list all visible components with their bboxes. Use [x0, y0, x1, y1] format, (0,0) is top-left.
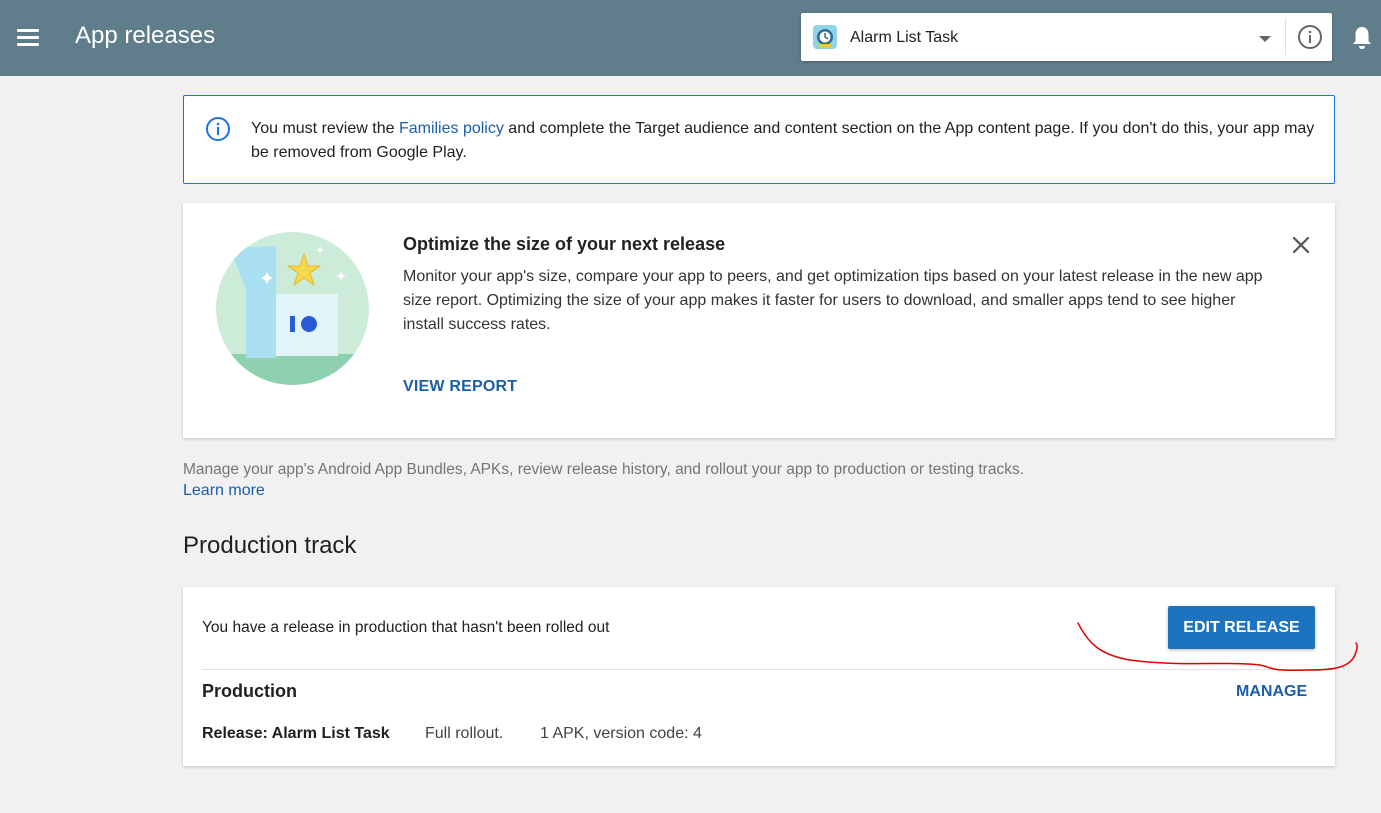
production-track-card: You have a release in production that ha…: [183, 587, 1335, 766]
families-policy-link[interactable]: Families policy: [399, 120, 504, 137]
production-label: Production: [202, 681, 297, 701]
gift-box-illustration: [216, 232, 369, 385]
divider: [202, 669, 1335, 670]
notifications-bell-icon[interactable]: [1351, 25, 1373, 51]
learn-more-link[interactable]: Learn more: [183, 482, 265, 500]
chevron-down-icon: [1259, 36, 1271, 42]
view-report-button[interactable]: VIEW REPORT: [403, 378, 517, 396]
unrolled-release-message: You have a release in production that ha…: [202, 619, 610, 636]
manage-button[interactable]: MANAGE: [1236, 683, 1307, 701]
app-selector-dropdown[interactable]: Alarm List Task: [801, 13, 1332, 61]
edit-release-button[interactable]: EDIT RELEASE: [1168, 606, 1315, 649]
notice-text-start: You must review the: [251, 120, 399, 137]
close-icon[interactable]: [1289, 233, 1313, 257]
optimize-card-body: Monitor your app's size, compare your ap…: [403, 268, 1263, 333]
release-apk-info: 1 APK, version code: 4: [540, 725, 702, 742]
optimize-size-card: Optimize the size of your next release M…: [183, 203, 1335, 438]
selected-app-name: Alarm List Task: [850, 29, 959, 46]
divider: [1285, 19, 1286, 55]
hamburger-menu-icon[interactable]: [14, 24, 42, 52]
families-policy-notice: You must review the Families policy and …: [183, 95, 1335, 184]
info-icon: [206, 117, 230, 141]
app-icon: [813, 25, 837, 49]
optimize-card-title: Optimize the size of your next release: [403, 234, 726, 254]
release-name: Release: Alarm List Task: [202, 725, 390, 742]
notice-text: You must review the Families policy and …: [251, 117, 1321, 165]
page-title: App releases: [75, 22, 216, 49]
info-icon[interactable]: [1297, 24, 1323, 50]
release-rollout-status: Full rollout.: [425, 725, 504, 742]
releases-description: Manage your app's Android App Bundles, A…: [183, 461, 1025, 478]
top-app-bar: App releases Alarm List Task: [0, 0, 1381, 76]
production-track-heading: Production track: [183, 532, 357, 559]
